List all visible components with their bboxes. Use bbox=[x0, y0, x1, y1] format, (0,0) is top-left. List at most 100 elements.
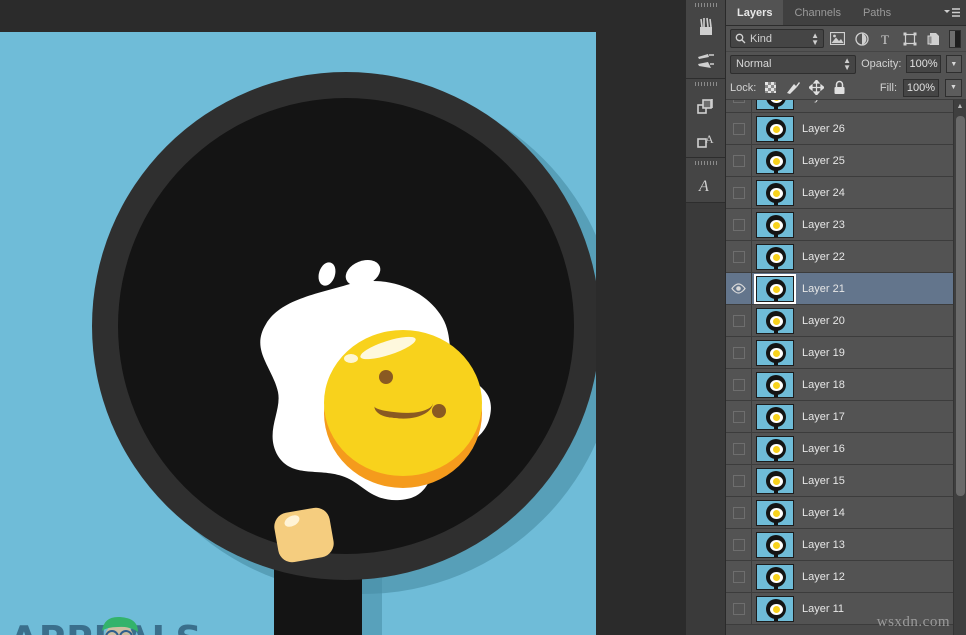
layer-name: Layer 21 bbox=[798, 283, 845, 295]
scrollbar-thumb[interactable] bbox=[956, 116, 965, 496]
layer-name: Layer 15 bbox=[798, 475, 845, 487]
table-row[interactable]: Layer 19 bbox=[726, 337, 966, 369]
layer-thumbnail[interactable] bbox=[752, 212, 798, 238]
lock-row: Lock: Fill: 10 bbox=[726, 76, 966, 100]
table-row[interactable]: Layer 12 bbox=[726, 561, 966, 593]
brush-presets-icon[interactable] bbox=[686, 10, 725, 44]
layer-name: Layer 20 bbox=[798, 315, 845, 327]
layer-visibility-toggle[interactable] bbox=[726, 100, 752, 112]
layer-visibility-toggle[interactable] bbox=[726, 305, 752, 336]
lock-image-pixels-icon[interactable] bbox=[785, 79, 802, 96]
layer-visibility-toggle[interactable] bbox=[726, 593, 752, 624]
layer-thumbnail[interactable] bbox=[752, 276, 798, 302]
paragraph-styles-icon[interactable]: A bbox=[686, 168, 725, 202]
yolk-face-right-eye bbox=[432, 404, 446, 418]
layer-name: Layer 17 bbox=[798, 411, 845, 423]
layer-thumbnail[interactable] bbox=[752, 100, 798, 110]
layer-visibility-toggle[interactable] bbox=[726, 497, 752, 528]
filter-pixel-layers-icon[interactable] bbox=[827, 29, 848, 49]
table-row[interactable]: Layer 14 bbox=[726, 497, 966, 529]
layer-visibility-toggle[interactable] bbox=[726, 177, 752, 208]
rail-grip[interactable] bbox=[686, 158, 725, 168]
layer-visibility-eye-icon[interactable] bbox=[726, 273, 752, 304]
table-row[interactable]: Layer 26 bbox=[726, 113, 966, 145]
layer-thumbnail[interactable] bbox=[752, 308, 798, 334]
table-row[interactable]: Layer 16 bbox=[726, 433, 966, 465]
filter-type-layers-icon[interactable]: T bbox=[875, 29, 896, 49]
image-canvas[interactable]: APPUALS bbox=[0, 32, 596, 635]
opacity-value[interactable]: 100% bbox=[906, 55, 940, 73]
layer-thumbnail[interactable] bbox=[752, 340, 798, 366]
filter-kind-select[interactable]: Kind ▲▼ bbox=[730, 29, 824, 48]
layer-visibility-toggle[interactable] bbox=[726, 209, 752, 240]
layer-visibility-toggle[interactable] bbox=[726, 465, 752, 496]
collapsed-panel-rail: A A bbox=[686, 0, 726, 635]
filter-shape-layers-icon[interactable] bbox=[899, 29, 920, 49]
layer-thumbnail[interactable] bbox=[752, 148, 798, 174]
lock-all-icon[interactable] bbox=[831, 79, 848, 96]
table-row[interactable]: Layer 21 bbox=[726, 273, 966, 305]
svg-text:A: A bbox=[705, 132, 714, 146]
layer-visibility-toggle[interactable] bbox=[726, 433, 752, 464]
layer-thumbnail[interactable] bbox=[752, 468, 798, 494]
rail-grip[interactable] bbox=[686, 79, 725, 89]
lock-transparent-pixels-icon[interactable] bbox=[762, 79, 779, 96]
tab-layers[interactable]: Layers bbox=[726, 0, 783, 25]
table-row[interactable]: Layer 27 bbox=[726, 100, 966, 113]
table-row[interactable]: Layer 20 bbox=[726, 305, 966, 337]
tab-channels[interactable]: Channels bbox=[783, 0, 851, 25]
rail-grip[interactable] bbox=[686, 0, 725, 10]
layer-thumbnail[interactable] bbox=[752, 532, 798, 558]
chevron-updown-icon: ▲▼ bbox=[843, 57, 851, 71]
table-row[interactable]: Layer 15 bbox=[726, 465, 966, 497]
scroll-up-icon[interactable]: ▲ bbox=[954, 100, 966, 113]
character-icon[interactable]: A bbox=[686, 123, 725, 157]
layer-visibility-toggle[interactable] bbox=[726, 113, 752, 144]
layer-filter-bar: Kind ▲▼ T bbox=[726, 26, 966, 52]
blend-mode-select[interactable]: Normal ▲▼ bbox=[730, 55, 856, 74]
yolk-face-left-eye bbox=[379, 370, 393, 384]
layer-thumbnail[interactable] bbox=[752, 180, 798, 206]
layer-visibility-toggle[interactable] bbox=[726, 241, 752, 272]
layer-thumbnail[interactable] bbox=[752, 564, 798, 590]
fill-stepper[interactable]: ▼ bbox=[945, 79, 962, 97]
layer-thumbnail[interactable] bbox=[752, 500, 798, 526]
layer-list[interactable]: Layer 27Layer 26Layer 25Layer 24Layer 23… bbox=[726, 100, 966, 635]
lock-label: Lock: bbox=[730, 82, 756, 94]
layer-name: Layer 14 bbox=[798, 507, 845, 519]
table-row[interactable]: Layer 25 bbox=[726, 145, 966, 177]
layer-name: Layer 18 bbox=[798, 379, 845, 391]
layer-thumbnail[interactable] bbox=[752, 116, 798, 142]
opacity-stepper[interactable]: ▼ bbox=[946, 55, 962, 73]
layer-thumbnail[interactable] bbox=[752, 372, 798, 398]
layer-visibility-toggle[interactable] bbox=[726, 145, 752, 176]
table-row[interactable]: Layer 13 bbox=[726, 529, 966, 561]
layer-visibility-toggle[interactable] bbox=[726, 529, 752, 560]
layer-thumbnail[interactable] bbox=[752, 404, 798, 430]
tab-paths[interactable]: Paths bbox=[852, 0, 902, 25]
layer-visibility-toggle[interactable] bbox=[726, 337, 752, 368]
filter-adjustment-layers-icon[interactable] bbox=[851, 29, 872, 49]
layers-scrollbar[interactable]: ▲ bbox=[953, 100, 966, 635]
fill-value[interactable]: 100% bbox=[903, 79, 939, 97]
table-row[interactable]: Layer 17 bbox=[726, 401, 966, 433]
layer-thumbnail[interactable] bbox=[752, 244, 798, 270]
layer-thumbnail[interactable] bbox=[752, 596, 798, 622]
layer-thumbnail[interactable] bbox=[752, 436, 798, 462]
layer-visibility-toggle[interactable] bbox=[726, 401, 752, 432]
table-row[interactable]: Layer 22 bbox=[726, 241, 966, 273]
chevron-updown-icon: ▲▼ bbox=[811, 32, 819, 46]
brush-icon[interactable] bbox=[686, 44, 725, 78]
layer-filter-toggle[interactable] bbox=[949, 30, 961, 48]
clone-source-icon[interactable] bbox=[686, 89, 725, 123]
table-row[interactable]: Layer 23 bbox=[726, 209, 966, 241]
table-row[interactable]: Layer 18 bbox=[726, 369, 966, 401]
lock-position-icon[interactable] bbox=[808, 79, 825, 96]
filter-kind-value: Kind bbox=[750, 33, 772, 45]
panel-menu-icon[interactable] bbox=[941, 6, 961, 20]
table-row[interactable]: Layer 24 bbox=[726, 177, 966, 209]
layer-visibility-toggle[interactable] bbox=[726, 369, 752, 400]
layer-name: Layer 22 bbox=[798, 251, 845, 263]
filter-smart-object-icon[interactable] bbox=[923, 29, 944, 49]
layer-visibility-toggle[interactable] bbox=[726, 561, 752, 592]
